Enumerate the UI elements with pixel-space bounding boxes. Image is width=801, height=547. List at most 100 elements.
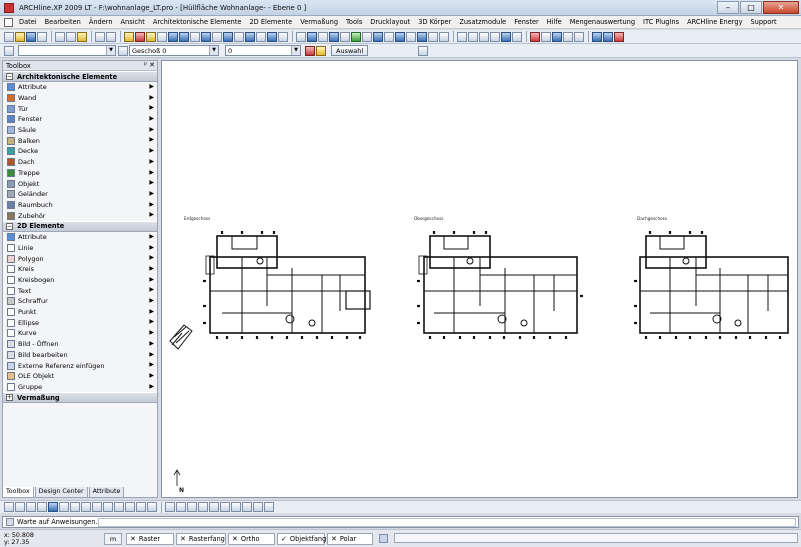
paste-icon[interactable]: [77, 31, 87, 42]
brush-icon[interactable]: [157, 31, 167, 42]
chevron-down-icon[interactable]: ▼: [291, 46, 300, 55]
menu-3d-koerper[interactable]: 3D Körper: [414, 18, 455, 26]
toolbox-pin-close[interactable]: ᵖ ✕: [144, 61, 155, 69]
measure-icon[interactable]: [296, 31, 306, 42]
tab-attribute[interactable]: Attribute: [88, 487, 125, 498]
pan-icon[interactable]: [574, 31, 584, 42]
toolbox-item[interactable]: Objekt ▶: [3, 178, 157, 189]
menu-zusatzmodule[interactable]: Zusatzmodule: [455, 18, 510, 26]
snap-perp-icon[interactable]: [490, 31, 500, 42]
close-button[interactable]: ✕: [763, 1, 799, 14]
chamfer-tool-icon[interactable]: [176, 502, 186, 512]
snap-end-icon[interactable]: [457, 31, 467, 42]
menu-archline-energy[interactable]: ARCHline Energy: [683, 18, 746, 26]
offset-tool-icon[interactable]: [103, 502, 113, 512]
zoom-in-icon[interactable]: [530, 31, 540, 42]
camera-icon[interactable]: [373, 31, 383, 42]
redo-icon[interactable]: [106, 31, 116, 42]
array-icon[interactable]: [201, 31, 211, 42]
pen-select[interactable]: 0 ▼: [225, 45, 301, 56]
toolbox-item[interactable]: Polygon ▶: [3, 253, 157, 264]
mirror-icon[interactable]: [190, 31, 200, 42]
toggle-ortho[interactable]: ✕ Ortho: [228, 532, 275, 545]
render-icon[interactable]: [362, 31, 372, 42]
snap-center-icon[interactable]: [479, 31, 489, 42]
angle-tool-icon[interactable]: [136, 502, 146, 512]
toolbox-item[interactable]: Balken ▶: [3, 135, 157, 146]
expand-icon[interactable]: +: [6, 394, 13, 402]
toolbox-group-header[interactable]: −2D Elemente: [3, 220, 157, 232]
print-icon[interactable]: [37, 31, 47, 42]
toolbox-item[interactable]: Bild - Öffnen ▶: [3, 339, 157, 350]
view-plan-icon[interactable]: [340, 31, 350, 42]
toolbox-item[interactable]: Tür ▶: [3, 103, 157, 114]
minimize-button[interactable]: –: [717, 1, 739, 14]
unit-display[interactable]: m: [104, 532, 122, 545]
ellipse-tool-icon[interactable]: [70, 502, 80, 512]
menu-aendern[interactable]: Ändern: [85, 18, 117, 26]
group-tool-icon[interactable]: [267, 31, 277, 42]
toolbox-item[interactable]: Fenster ▶: [3, 114, 157, 125]
chevron-down-icon[interactable]: ▼: [106, 46, 115, 55]
rect-tool-icon[interactable]: [26, 502, 36, 512]
toolbox-item[interactable]: Kreisbogen ▶: [3, 275, 157, 286]
cross-tool-icon[interactable]: [92, 502, 102, 512]
lights-icon[interactable]: [417, 31, 427, 42]
curve-tool-icon[interactable]: [209, 502, 219, 512]
rotate-icon[interactable]: [179, 31, 189, 42]
toolbox-item[interactable]: Externe Referenz einfügen ▶: [3, 360, 157, 371]
polyline-tool-icon[interactable]: [15, 502, 25, 512]
explode-tool-icon[interactable]: [264, 502, 274, 512]
break-tool-icon[interactable]: [187, 502, 197, 512]
document-icon[interactable]: [4, 17, 13, 27]
toolbox-item[interactable]: Kurve ▶: [3, 328, 157, 339]
toggle-rasterfang[interactable]: ✕ Rasterfang: [176, 532, 226, 545]
parallel-tool-icon[interactable]: [114, 502, 124, 512]
cut-icon[interactable]: [55, 31, 65, 42]
toolbox-item[interactable]: Geländer ▶: [3, 189, 157, 200]
toolbox-item[interactable]: Attribute ▶: [3, 82, 157, 93]
floor-select[interactable]: Geschoß 0 ▼: [129, 45, 219, 56]
extend-icon[interactable]: [245, 31, 255, 42]
snap-icon[interactable]: [418, 45, 429, 56]
collapse-icon[interactable]: −: [6, 222, 13, 230]
menu-ansicht[interactable]: Ansicht: [117, 18, 149, 26]
toolbox-item[interactable]: Ellipse ▶: [3, 317, 157, 328]
command-input[interactable]: [98, 518, 796, 527]
delete-icon[interactable]: [135, 31, 145, 42]
window-cascade-icon[interactable]: [603, 31, 613, 42]
menu-drucklayout[interactable]: Drucklayout: [366, 18, 414, 26]
window-tile-icon[interactable]: [592, 31, 602, 42]
toolbox-item[interactable]: OLE Objekt ▶: [3, 371, 157, 382]
menu-bearbeiten[interactable]: Bearbeiten: [41, 18, 85, 26]
maximize-button[interactable]: □: [740, 1, 762, 14]
elevation-icon[interactable]: [395, 31, 405, 42]
snap-mid-icon[interactable]: [468, 31, 478, 42]
toolbox-item[interactable]: Kreis ▶: [3, 264, 157, 275]
toolbox-item[interactable]: Decke ▶: [3, 146, 157, 157]
layer-filter-icon[interactable]: [316, 45, 326, 56]
menu-mengenauswertung[interactable]: Mengenauswertung: [566, 18, 639, 26]
fillet-tool-icon[interactable]: [165, 502, 175, 512]
menu-vermassung[interactable]: Vermaßung: [296, 18, 342, 26]
join-tool-icon[interactable]: [198, 502, 208, 512]
toolbox-item[interactable]: Raumbuch ▶: [3, 200, 157, 211]
stretch-icon[interactable]: [212, 31, 222, 42]
zoom-out-icon[interactable]: [541, 31, 551, 42]
corner-tool-icon[interactable]: [242, 502, 252, 512]
trim-icon[interactable]: [234, 31, 244, 42]
toolbox-item[interactable]: Gruppe ▶: [3, 382, 157, 393]
dimension-tool-icon[interactable]: [231, 502, 241, 512]
pencil-icon[interactable]: [146, 31, 156, 42]
offset-icon[interactable]: [256, 31, 266, 42]
copy-icon[interactable]: [66, 31, 76, 42]
windows-icon[interactable]: [379, 534, 388, 543]
layer-up-icon[interactable]: [307, 31, 317, 42]
materials-icon[interactable]: [428, 31, 438, 42]
save-icon[interactable]: [26, 31, 36, 42]
snap-tangent-icon[interactable]: [501, 31, 511, 42]
toggle-raster[interactable]: ✕ Raster: [126, 532, 174, 545]
drawing-canvas[interactable]: Erdgeschoss Obergeschoss Dachgeschoss N: [161, 60, 798, 498]
menu-hilfe[interactable]: Hilfe: [543, 18, 566, 26]
toolbox-group-header[interactable]: + Vermaßung: [3, 392, 157, 404]
